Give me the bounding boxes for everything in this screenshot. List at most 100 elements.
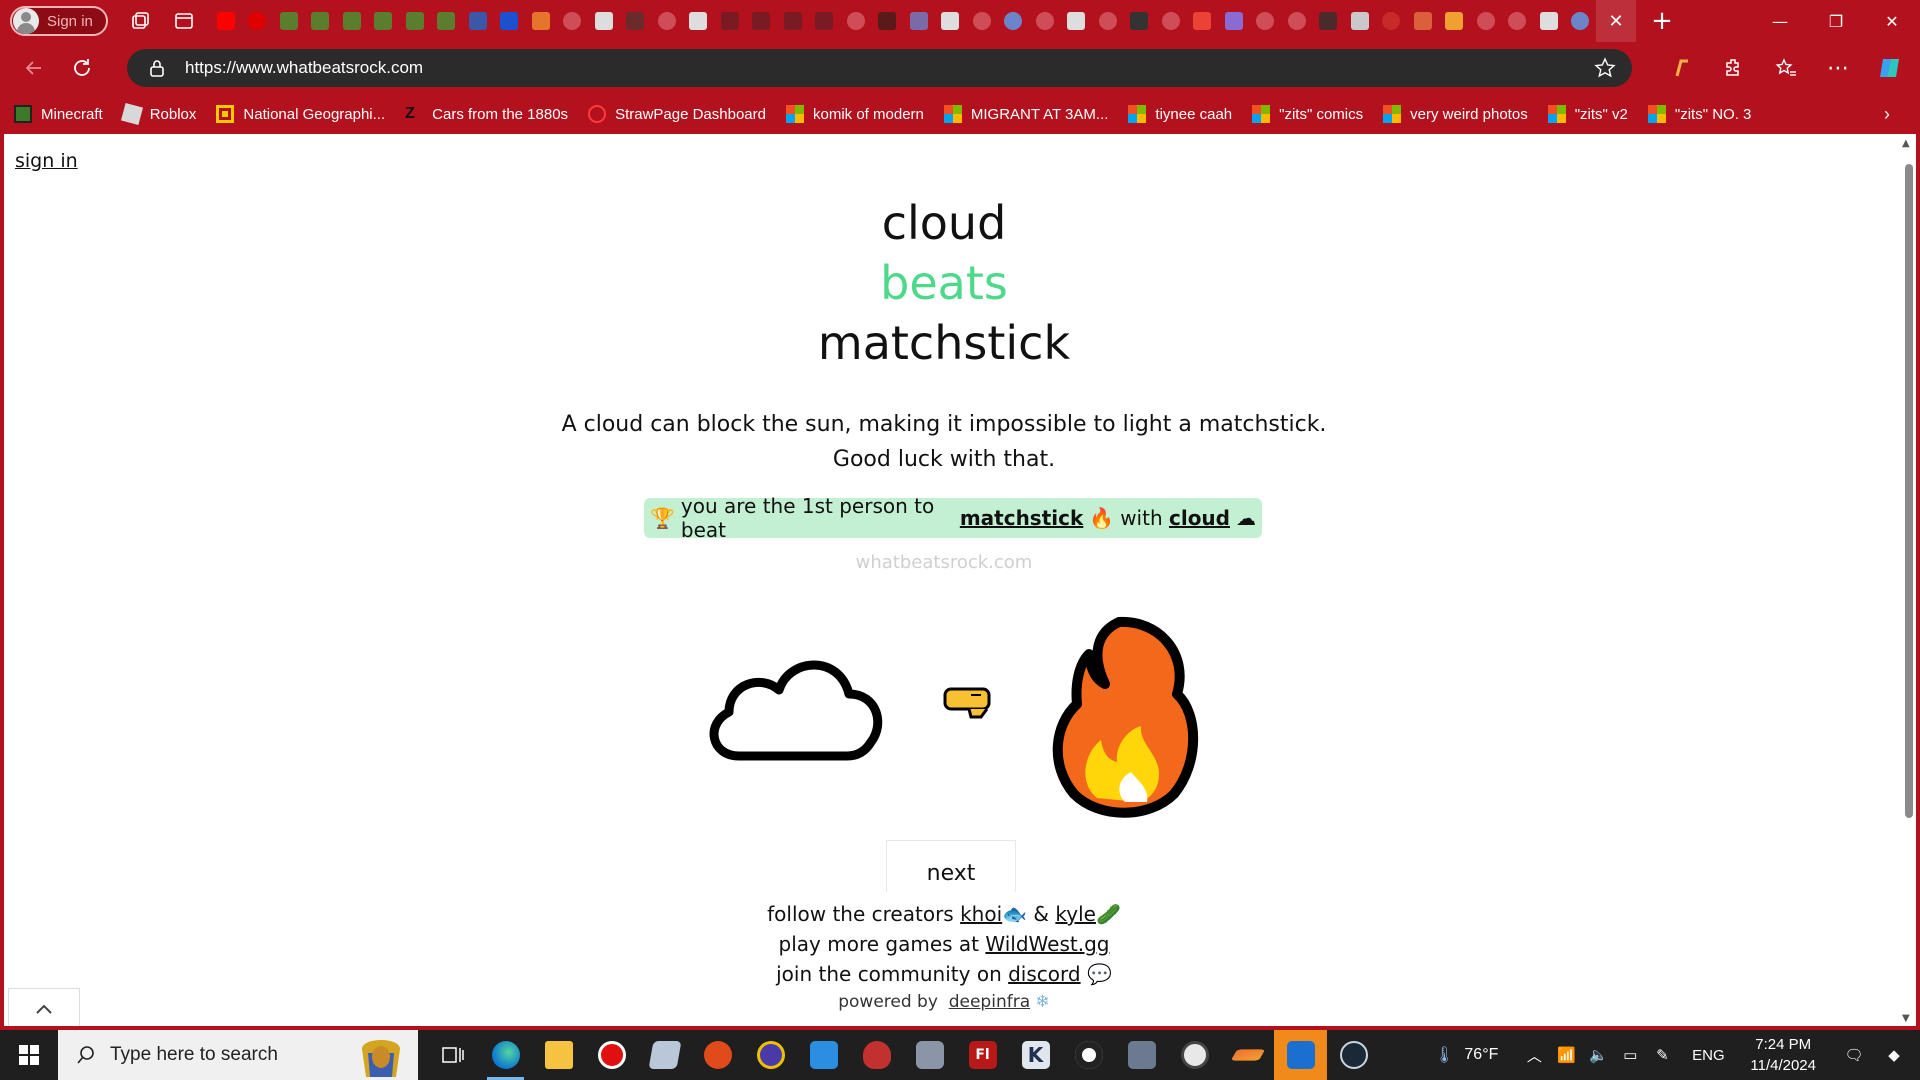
tab-purple[interactable] bbox=[903, 0, 935, 42]
extension-brush-icon[interactable] bbox=[1660, 48, 1704, 88]
page-scrollbar[interactable]: ▲ ▼ bbox=[1900, 134, 1916, 1028]
lock-icon[interactable] bbox=[149, 59, 169, 77]
wildwest-link[interactable]: WildWest.gg bbox=[985, 932, 1109, 956]
bookmark-cars[interactable]: Z Cars from the 1880s bbox=[405, 105, 568, 123]
tab-svg[interactable] bbox=[1407, 0, 1439, 42]
profile-button[interactable]: Sign in bbox=[10, 6, 108, 36]
tab-green[interactable] bbox=[336, 0, 368, 42]
flash-icon[interactable] bbox=[691, 1030, 744, 1080]
tab-orange[interactable] bbox=[1439, 0, 1471, 42]
copilot-tray-icon[interactable]: ◆ bbox=[1874, 1046, 1914, 1064]
more-menu-icon[interactable]: ⋯ bbox=[1816, 48, 1860, 88]
scrollbar-thumb[interactable] bbox=[1905, 164, 1913, 818]
language-indicator[interactable]: ENG bbox=[1688, 1047, 1728, 1064]
tab-search[interactable] bbox=[557, 0, 589, 42]
tab-green[interactable] bbox=[368, 0, 400, 42]
bookmark-strawpage[interactable]: StrawPage Dashboard bbox=[588, 105, 766, 123]
bookmark-zits-no3[interactable]: "zits" NO. 3 bbox=[1647, 105, 1751, 123]
tab-search[interactable] bbox=[1029, 0, 1061, 42]
camera-icon[interactable] bbox=[903, 1030, 956, 1080]
tab-wikipedia[interactable] bbox=[1533, 0, 1565, 42]
scroll-to-top-button[interactable] bbox=[8, 988, 80, 1028]
tab-blue[interactable] bbox=[494, 0, 526, 42]
media-player-icon[interactable] bbox=[1062, 1030, 1115, 1080]
tab-search[interactable] bbox=[651, 0, 683, 42]
tab-youtube[interactable] bbox=[242, 0, 274, 42]
tab-actions-icon[interactable] bbox=[172, 9, 196, 33]
tab-green[interactable] bbox=[431, 0, 463, 42]
extensions-puzzle-icon[interactable] bbox=[1712, 48, 1756, 88]
tab-green[interactable] bbox=[399, 0, 431, 42]
tab-dark[interactable] bbox=[620, 0, 652, 42]
next-button[interactable]: next bbox=[886, 840, 1016, 892]
tab-search[interactable] bbox=[966, 0, 998, 42]
scroll-up-icon[interactable]: ▲ bbox=[1902, 138, 1910, 149]
bookmark-roblox[interactable]: Roblox bbox=[120, 102, 196, 126]
tab-red[interactable] bbox=[1376, 0, 1408, 42]
file-explorer-icon[interactable] bbox=[532, 1030, 585, 1080]
tab-dark[interactable] bbox=[1124, 0, 1156, 42]
taskbar-search[interactable]: Type here to search bbox=[58, 1030, 418, 1080]
clock-app-icon[interactable] bbox=[1168, 1030, 1221, 1080]
tab-wikipedia[interactable] bbox=[588, 0, 620, 42]
tab-dark[interactable] bbox=[872, 0, 904, 42]
calculator-icon[interactable] bbox=[1115, 1030, 1168, 1080]
tab-wikipedia[interactable] bbox=[683, 0, 715, 42]
tab-wikipedia[interactable] bbox=[935, 0, 967, 42]
k-app-icon[interactable]: K bbox=[1009, 1030, 1062, 1080]
headphones-icon[interactable] bbox=[744, 1030, 797, 1080]
tab-search[interactable] bbox=[1470, 0, 1502, 42]
tab-roblox[interactable] bbox=[1344, 0, 1376, 42]
notifications-icon[interactable]: 🗨 bbox=[1834, 1046, 1874, 1064]
task-view-icon[interactable] bbox=[426, 1030, 479, 1080]
edge-icon[interactable] bbox=[479, 1030, 532, 1080]
chevron-right-icon[interactable]: › bbox=[1884, 104, 1890, 125]
address-bar[interactable]: https://www.whatbeatsrock.com bbox=[127, 49, 1632, 87]
favorites-icon[interactable] bbox=[1764, 48, 1808, 88]
tab-kym[interactable] bbox=[777, 0, 809, 42]
close-window-icon[interactable]: ✕ bbox=[1864, 0, 1920, 42]
bookmark-migrant[interactable]: MIGRANT AT 3AM... bbox=[943, 105, 1108, 123]
pen-icon[interactable]: ✎ bbox=[1648, 1046, 1676, 1064]
network-icon[interactable]: 📶 bbox=[1552, 1046, 1580, 1064]
copilot-icon[interactable] bbox=[1868, 48, 1912, 88]
back-arrow-icon[interactable] bbox=[12, 48, 56, 88]
tab-wikipedia[interactable] bbox=[1061, 0, 1093, 42]
bookmark-zits-v2[interactable]: "zits" v2 bbox=[1547, 105, 1628, 123]
creator-kyle-link[interactable]: kyle bbox=[1055, 902, 1096, 926]
minimize-icon[interactable]: — bbox=[1752, 0, 1808, 42]
tab-search[interactable] bbox=[1250, 0, 1282, 42]
volume-icon[interactable]: 🔈 bbox=[1584, 1046, 1612, 1064]
notes-app-icon[interactable] bbox=[638, 1030, 691, 1080]
tab-green[interactable] bbox=[273, 0, 305, 42]
fl-studio-icon[interactable]: Fl bbox=[956, 1030, 1009, 1080]
photos-icon[interactable] bbox=[797, 1030, 850, 1080]
bookmark-weird-photos[interactable]: very weird photos bbox=[1383, 105, 1528, 123]
close-tab-icon[interactable]: ✕ bbox=[1596, 0, 1636, 42]
tab-green[interactable] bbox=[305, 0, 337, 42]
tab-kym[interactable] bbox=[746, 0, 778, 42]
new-tab-button[interactable]: + bbox=[1642, 0, 1682, 42]
tab-search[interactable] bbox=[1092, 0, 1124, 42]
refresh-icon[interactable] bbox=[60, 48, 104, 88]
sign-in-link[interactable]: sign in bbox=[15, 150, 78, 172]
beaten-word-link[interactable]: matchstick bbox=[960, 506, 1083, 530]
creator-khoi-link[interactable]: khoi bbox=[960, 902, 1002, 926]
deepinfra-link[interactable]: deepinfra bbox=[949, 992, 1030, 1012]
tab-search[interactable] bbox=[1155, 0, 1187, 42]
workspaces-icon[interactable] bbox=[128, 9, 152, 33]
tab-search[interactable] bbox=[840, 0, 872, 42]
tab-dark[interactable] bbox=[1313, 0, 1345, 42]
windows-start-icon[interactable] bbox=[0, 1030, 58, 1080]
bookmark-komik[interactable]: komik of modern bbox=[786, 105, 924, 123]
clock[interactable]: 7:24 PM 11/4/2024 bbox=[1750, 1034, 1816, 1076]
tab-kym[interactable] bbox=[714, 0, 746, 42]
restore-icon[interactable]: ❐ bbox=[1808, 0, 1864, 42]
chevron-up-icon[interactable]: ︿ bbox=[1520, 1045, 1548, 1066]
bookmark-minecraft[interactable]: Minecraft bbox=[14, 105, 103, 123]
paint-app-icon[interactable] bbox=[1274, 1030, 1327, 1080]
weather-widget[interactable]: 🌡 76°F bbox=[1434, 1045, 1498, 1065]
scroll-down-icon[interactable]: ▼ bbox=[1902, 1013, 1910, 1024]
tab-blue[interactable] bbox=[998, 0, 1030, 42]
tab-kym[interactable] bbox=[809, 0, 841, 42]
